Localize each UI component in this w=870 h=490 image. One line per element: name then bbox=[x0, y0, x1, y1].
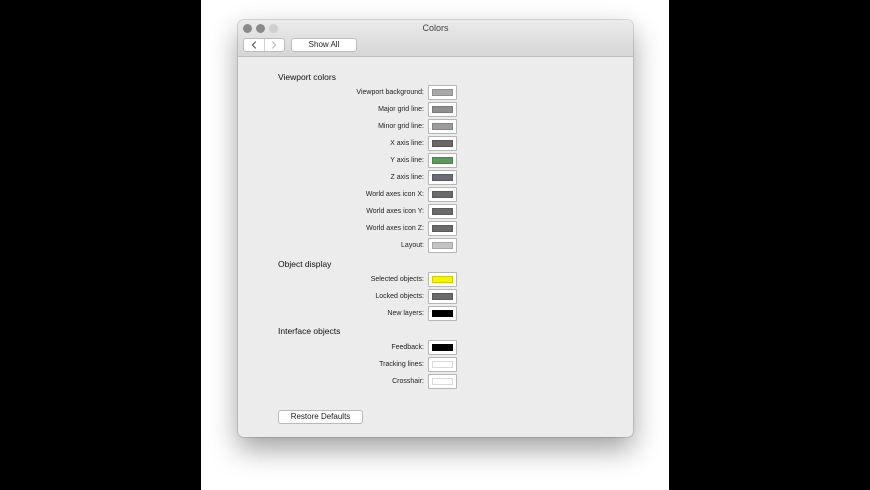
color-swatch bbox=[432, 89, 453, 96]
navigation-buttons bbox=[243, 38, 285, 52]
color-swatch bbox=[432, 123, 453, 130]
crosshair-label: Crosshair: bbox=[392, 378, 424, 385]
chevron-right-icon bbox=[272, 41, 277, 49]
window-title: Colors bbox=[422, 23, 449, 33]
layout-color-well[interactable] bbox=[428, 238, 457, 253]
major-grid-line-color-well[interactable] bbox=[428, 102, 457, 117]
minor-grid-line-color-well[interactable] bbox=[428, 119, 457, 134]
x-axis-line-label: X axis line: bbox=[390, 140, 424, 147]
world-axes-icon-y-color-well[interactable] bbox=[428, 204, 457, 219]
chevron-left-icon bbox=[251, 41, 256, 49]
y-axis-line-color-well[interactable] bbox=[428, 153, 457, 168]
world-axes-icon-z-label: World axes icon Z: bbox=[366, 225, 424, 232]
world-axes-icon-y-label: World axes icon Y: bbox=[366, 208, 424, 215]
colors-window: Colors Show All Viewport colors Viewport… bbox=[238, 20, 633, 437]
z-axis-line-label: Z axis line: bbox=[390, 174, 424, 181]
locked-objects-color-well[interactable] bbox=[428, 289, 457, 304]
color-swatch bbox=[432, 361, 453, 368]
feedback-color-well[interactable] bbox=[428, 340, 457, 355]
viewport-background-label: Viewport background: bbox=[356, 89, 424, 96]
minor-grid-line-label: Minor grid line: bbox=[378, 123, 424, 130]
color-swatch bbox=[432, 225, 453, 232]
new-layers-color-well[interactable] bbox=[428, 306, 457, 321]
section-title-interface-objects: Interface objects bbox=[278, 326, 341, 336]
z-axis-line-color-well[interactable] bbox=[428, 170, 457, 185]
color-swatch bbox=[432, 378, 453, 385]
locked-objects-label: Locked objects: bbox=[375, 293, 424, 300]
world-axes-icon-x-label: World axes icon X: bbox=[365, 191, 424, 198]
section-title-viewport-colors: Viewport colors bbox=[278, 72, 336, 82]
major-grid-line-label: Major grid line: bbox=[378, 106, 424, 113]
color-swatch bbox=[432, 293, 453, 300]
selected-objects-label: Selected objects: bbox=[370, 276, 424, 283]
x-axis-line-color-well[interactable] bbox=[428, 136, 457, 151]
color-swatch bbox=[432, 344, 453, 351]
title-bar: Colors Show All bbox=[238, 20, 633, 57]
color-swatch bbox=[432, 157, 453, 164]
restore-defaults-button[interactable]: Restore Defaults bbox=[278, 410, 363, 424]
new-layers-label: New layers: bbox=[387, 310, 424, 317]
show-all-button[interactable]: Show All bbox=[291, 38, 357, 52]
crosshair-color-well[interactable] bbox=[428, 374, 457, 389]
color-swatch bbox=[432, 242, 453, 249]
viewport-background-color-well[interactable] bbox=[428, 85, 457, 100]
layout-label: Layout: bbox=[401, 242, 424, 249]
color-swatch bbox=[432, 140, 453, 147]
tracking-lines-color-well[interactable] bbox=[428, 357, 457, 372]
tracking-lines-label: Tracking lines: bbox=[379, 361, 424, 368]
color-swatch bbox=[432, 106, 453, 113]
world-axes-icon-z-color-well[interactable] bbox=[428, 221, 457, 236]
world-axes-icon-x-color-well[interactable] bbox=[428, 187, 457, 202]
back-button[interactable] bbox=[244, 39, 264, 51]
y-axis-line-label: Y axis line: bbox=[390, 157, 424, 164]
color-swatch bbox=[432, 191, 453, 198]
color-swatch bbox=[432, 276, 453, 283]
feedback-label: Feedback: bbox=[391, 344, 424, 351]
color-swatch bbox=[432, 310, 453, 317]
forward-button[interactable] bbox=[263, 39, 285, 51]
color-swatch bbox=[432, 174, 453, 181]
selected-objects-color-well[interactable] bbox=[428, 272, 457, 287]
section-title-object-display: Object display bbox=[278, 259, 332, 269]
color-swatch bbox=[432, 208, 453, 215]
